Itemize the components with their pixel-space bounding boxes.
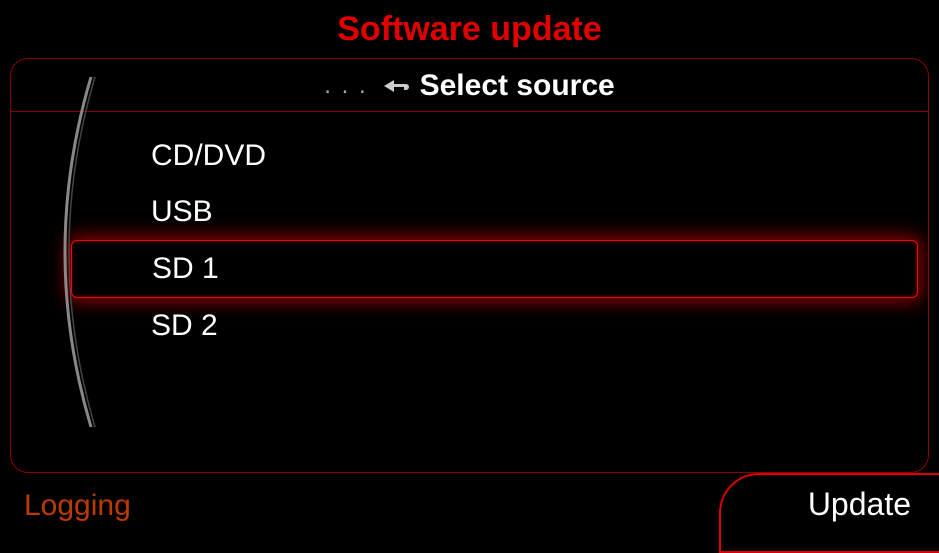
footer: Logging Update	[0, 473, 939, 533]
breadcrumb[interactable]: . . . Select source	[11, 59, 928, 112]
update-button[interactable]: Update	[758, 478, 939, 533]
breadcrumb-label: Select source	[420, 69, 615, 103]
back-arrow-icon	[378, 76, 410, 96]
source-list: CD/DVD USB SD 1 SD 2	[11, 112, 928, 354]
source-item-sd1[interactable]: SD 1	[71, 240, 918, 298]
breadcrumb-dots: . . .	[324, 72, 367, 100]
list-item-label: CD/DVD	[151, 139, 266, 172]
main-panel: . . . Select source CD/DVD USB SD 1 SD 2	[10, 58, 929, 473]
update-label: Update	[758, 478, 939, 533]
list-item-label: SD 1	[152, 252, 219, 285]
list-item-label: USB	[151, 195, 213, 228]
source-item-sd2[interactable]: SD 2	[131, 298, 928, 354]
source-item-usb[interactable]: USB	[131, 184, 928, 240]
list-item-label: SD 2	[151, 309, 218, 342]
page-title: Software update	[0, 0, 939, 57]
logging-button[interactable]: Logging	[0, 479, 155, 533]
logging-label: Logging	[24, 489, 131, 522]
source-item-cddvd[interactable]: CD/DVD	[131, 128, 928, 184]
